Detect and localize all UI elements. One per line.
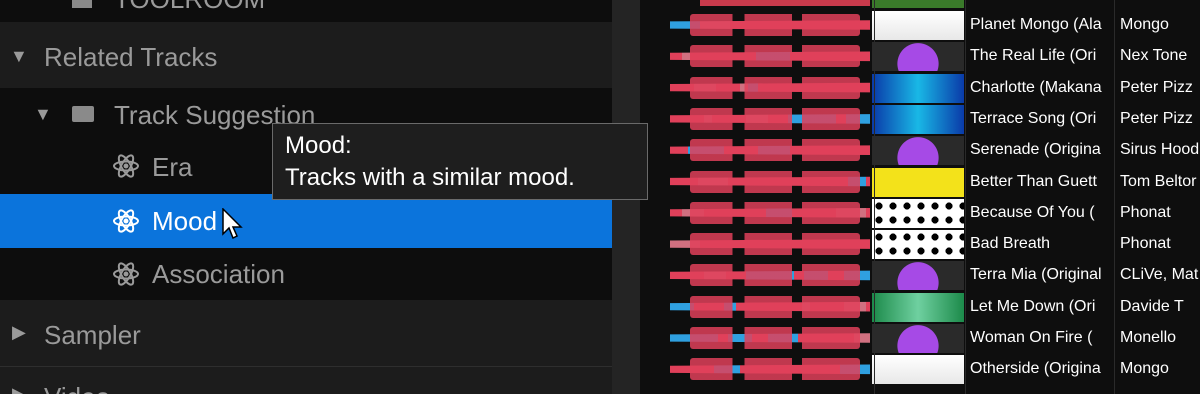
atom-icon — [112, 152, 140, 187]
track-row[interactable]: Charlotte (Makana Peter Pizz — [640, 73, 1200, 103]
track-title: Serenade (Origina — [970, 141, 1101, 159]
album-art — [872, 104, 964, 134]
column-divider — [874, 0, 875, 394]
tooltip-body: Tracks with a similar mood. — [285, 164, 575, 191]
waveform-core — [690, 327, 860, 349]
track-row[interactable]: Better Than Guett Tom Beltor — [640, 167, 1200, 197]
track-title: Let Me Down (Ori — [970, 297, 1096, 315]
track-row[interactable]: Planet Mongo (Ala Mongo — [640, 10, 1200, 40]
tree-divider — [0, 366, 612, 367]
track-artist: Nex Tone — [1120, 47, 1188, 65]
album-art — [872, 261, 964, 291]
track-artist: Peter Pizz — [1120, 78, 1193, 96]
album-art — [872, 230, 964, 260]
waveform-core — [690, 170, 860, 193]
collapse-triangle-icon[interactable]: ▶ — [12, 384, 32, 394]
track-artist: Tom Beltor — [1120, 172, 1197, 190]
tooltip: Mood: Tracks with a similar mood. — [272, 123, 648, 200]
waveform-core — [690, 295, 860, 318]
track-row-partial[interactable] — [640, 0, 1200, 8]
tree-item-label: Mood — [152, 206, 218, 236]
collapse-triangle-icon[interactable]: ▶ — [12, 322, 32, 343]
album-art — [872, 11, 964, 40]
track-artist: Davide T — [1120, 297, 1184, 315]
track-title: Because Of You ( — [970, 203, 1095, 221]
track-row[interactable]: The Real Life (Ori Nex Tone — [640, 41, 1200, 72]
waveform-core — [690, 233, 860, 256]
track-title: Woman On Fire ( — [970, 329, 1093, 346]
track-row[interactable]: Otherside (Origina Mongo — [640, 354, 1200, 385]
tree-item-label: Association — [152, 259, 285, 289]
track-artist: Phonat — [1120, 235, 1171, 253]
mouse-pointer-icon — [222, 207, 244, 247]
tree-item-label: Sampler — [44, 320, 141, 350]
album-art — [872, 136, 964, 166]
waveform-core — [690, 14, 860, 36]
tree-item-related-tracks[interactable]: ▼ Related Tracks — [0, 38, 612, 76]
album-art — [872, 73, 964, 103]
album-art — [872, 0, 964, 8]
column-divider — [1114, 0, 1115, 394]
folder-suggestion-icon — [72, 106, 94, 122]
track-row[interactable]: Because Of You ( Phonat — [640, 198, 1200, 228]
track-row[interactable]: Let Me Down (Ori Davide T — [640, 292, 1200, 322]
tree-item-label: Related Tracks — [44, 42, 218, 72]
tree-item-label: Video — [44, 382, 110, 394]
atom-icon — [112, 207, 140, 242]
track-row[interactable]: Terra Mia (Original CLiVe, Mat — [640, 260, 1200, 291]
tree-item-association[interactable]: Association — [0, 248, 612, 300]
track-title: Terrace Song (Ori — [970, 109, 1097, 127]
track-title: The Real Life (Ori — [970, 47, 1097, 65]
waveform-core — [690, 76, 860, 99]
tooltip-title: Mood: — [285, 132, 352, 159]
track-row[interactable]: Terrace Song (Ori Peter Pizz — [640, 104, 1200, 134]
column-divider — [965, 0, 966, 394]
track-artist: CLiVe, Mat — [1120, 266, 1199, 284]
tree-item-toolroom[interactable]: TOOLROOM — [0, 0, 612, 22]
track-row[interactable]: Serenade (Origina Sirus Hood — [640, 135, 1200, 166]
tree-item-video[interactable]: ▶ Video — [0, 372, 612, 394]
waveform — [700, 0, 870, 6]
track-artist: Phonat — [1120, 203, 1171, 221]
expand-triangle-icon[interactable]: ▼ — [34, 104, 54, 125]
waveform-core — [690, 107, 860, 130]
album-art — [872, 167, 964, 197]
album-art — [872, 42, 964, 72]
track-title: Bad Breath — [970, 235, 1051, 253]
waveform-core — [690, 45, 860, 68]
track-title: Planet Mongo (Ala — [970, 16, 1102, 33]
track-title: Otherside (Origina — [970, 360, 1101, 378]
track-title: Charlotte (Makana — [970, 78, 1102, 96]
folder-icon — [72, 0, 92, 8]
album-art — [872, 324, 964, 353]
waveform-core — [690, 201, 860, 224]
atom-icon — [112, 260, 140, 295]
album-art — [872, 355, 964, 385]
expand-triangle-icon[interactable]: ▼ — [10, 46, 30, 67]
tree-item-mood[interactable]: Mood — [0, 194, 612, 248]
track-title: Terra Mia (Original — [970, 266, 1102, 284]
waveform-core — [690, 358, 860, 381]
track-artist: Sirus Hood — [1120, 141, 1200, 159]
waveform-core — [690, 264, 860, 287]
waveform-core — [690, 139, 860, 162]
tree-item-label: Era — [152, 152, 193, 182]
track-artist: Mongo — [1120, 16, 1169, 33]
track-title: Better Than Guett — [970, 172, 1097, 190]
album-art — [872, 292, 964, 322]
track-artist: Monello — [1120, 329, 1177, 346]
album-art — [872, 198, 964, 228]
tree-item-label: TOOLROOM — [114, 0, 265, 15]
track-artist: Peter Pizz — [1120, 109, 1193, 127]
track-row[interactable]: Woman On Fire ( Monello — [640, 323, 1200, 353]
track-row[interactable]: Bad Breath Phonat — [640, 229, 1200, 260]
track-artist: Mongo — [1120, 360, 1169, 378]
tree-item-sampler[interactable]: ▶ Sampler — [0, 312, 612, 356]
